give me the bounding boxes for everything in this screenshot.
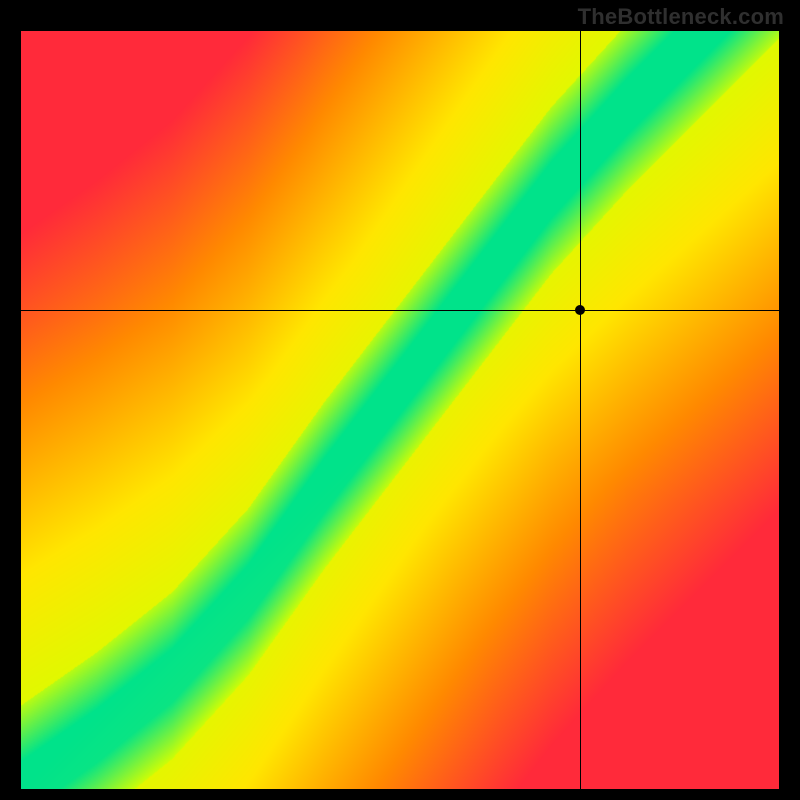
data-point-marker [575, 305, 585, 315]
crosshair-vertical [580, 31, 581, 789]
chart-frame: TheBottleneck.com [0, 0, 800, 800]
watermark: TheBottleneck.com [578, 4, 784, 30]
heatmap-plot [21, 31, 779, 789]
crosshair-horizontal [21, 310, 779, 311]
heatmap-canvas [21, 31, 779, 789]
